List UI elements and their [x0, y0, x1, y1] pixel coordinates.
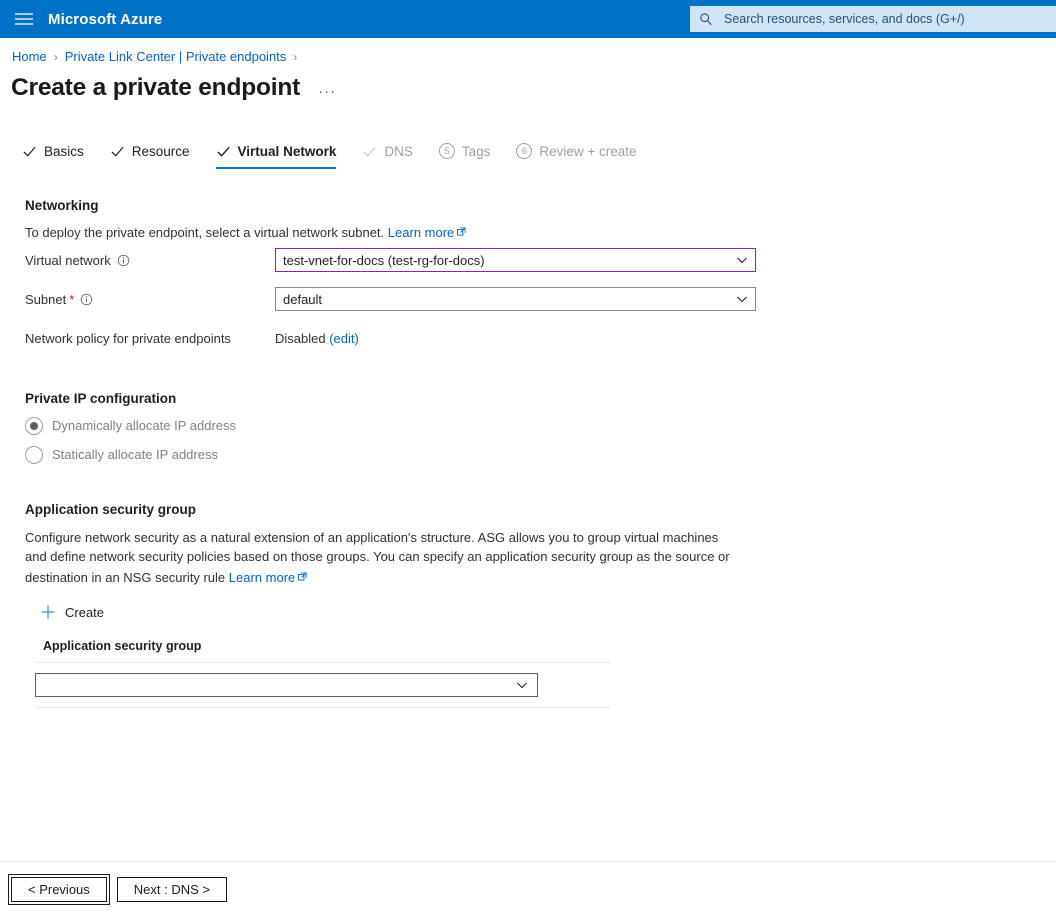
asg-table-header: Application security group [35, 639, 611, 663]
tab-dns[interactable]: DNS [362, 139, 413, 169]
asg-select[interactable] [35, 673, 538, 697]
virtual-network-value: test-vnet-for-docs (test-rg-for-docs) [283, 253, 485, 268]
tab-label: Review + create [539, 144, 636, 159]
check-icon [110, 144, 125, 159]
breadcrumb: Home › Private Link Center | Private end… [0, 38, 1056, 64]
hamburger-bar [15, 13, 33, 15]
check-icon [362, 144, 377, 159]
virtual-network-label-group: Virtual network [25, 253, 275, 268]
networking-description-text: To deploy the private endpoint, select a… [25, 225, 384, 240]
chevron-down-icon [516, 679, 528, 691]
breadcrumb-item-private-link-center[interactable]: Private Link Center | Private endpoints [65, 49, 287, 64]
external-link-icon [457, 222, 466, 231]
wizard-tabs: Basics Resource Virtual Network DNS 5 Ta… [0, 139, 1056, 169]
network-policy-label: Network policy for private endpoints [25, 331, 275, 346]
subnet-value: default [283, 292, 322, 307]
asg-description-text: Configure network security as a natural … [25, 530, 730, 585]
network-policy-edit-link[interactable]: (edit) [329, 331, 359, 346]
subnet-select[interactable]: default [275, 287, 756, 311]
networking-learn-more-link[interactable]: Learn more [388, 225, 454, 240]
global-search[interactable] [690, 6, 1056, 32]
radio-dynamic-ip[interactable]: Dynamically allocate IP address [25, 417, 1056, 435]
search-icon [698, 11, 714, 27]
tab-basics[interactable]: Basics [22, 139, 84, 169]
asg-table-row [35, 663, 611, 708]
tab-label: Tags [462, 144, 491, 159]
subnet-row: Subnet * default [25, 288, 1056, 311]
radio-icon [25, 446, 43, 464]
tab-label: DNS [384, 144, 413, 159]
info-icon[interactable] [80, 293, 93, 306]
chevron-down-icon [736, 293, 748, 305]
radio-label: Statically allocate IP address [52, 447, 218, 462]
hamburger-icon[interactable] [0, 0, 48, 38]
asg-description: Configure network security as a natural … [25, 528, 743, 588]
required-marker: * [69, 292, 74, 307]
network-policy-row: Network policy for private endpoints Dis… [25, 327, 1056, 350]
networking-description: To deploy the private endpoint, select a… [25, 222, 743, 243]
wizard-footer: < Previous Next : DNS > [0, 861, 1056, 917]
chevron-down-icon [736, 254, 748, 266]
chevron-right-icon: › [54, 50, 58, 64]
radio-icon [25, 417, 43, 435]
check-icon [216, 144, 231, 159]
next-button[interactable]: Next : DNS > [117, 877, 227, 902]
create-asg-button[interactable]: Create [40, 604, 104, 620]
page-header: Create a private endpoint ··· [0, 64, 1056, 102]
tab-virtual-network[interactable]: Virtual Network [216, 139, 337, 169]
main-content: Networking To deploy the private endpoin… [0, 198, 1056, 708]
step-number-badge: 6 [516, 143, 532, 159]
radio-label: Dynamically allocate IP address [52, 418, 236, 433]
asg-heading: Application security group [25, 502, 1056, 517]
tab-review-create[interactable]: 6 Review + create [516, 139, 636, 169]
tab-label: Basics [44, 144, 84, 159]
asg-table: Application security group [35, 639, 611, 708]
radio-static-ip[interactable]: Statically allocate IP address [25, 446, 1056, 464]
virtual-network-row: Virtual network test-vnet-for-docs (test… [25, 249, 1056, 272]
asg-learn-more-link[interactable]: Learn more [229, 570, 295, 585]
page-title: Create a private endpoint [11, 74, 300, 102]
virtual-network-select[interactable]: test-vnet-for-docs (test-rg-for-docs) [275, 248, 756, 272]
network-policy-value-group: Disabled (edit) [275, 331, 359, 346]
step-number-badge: 5 [439, 143, 455, 159]
azure-top-bar: Microsoft Azure [0, 0, 1056, 38]
brand-title: Microsoft Azure [48, 11, 162, 28]
virtual-network-label: Virtual network [25, 253, 111, 268]
tab-resource[interactable]: Resource [110, 139, 190, 169]
private-ip-heading: Private IP configuration [25, 391, 1056, 406]
tab-tags[interactable]: 5 Tags [439, 139, 491, 169]
subnet-label: Subnet [25, 292, 66, 307]
external-link-icon [298, 567, 307, 576]
tab-label: Virtual Network [238, 144, 337, 159]
more-options-icon[interactable]: ··· [314, 82, 340, 101]
plus-icon [40, 604, 56, 620]
previous-button[interactable]: < Previous [11, 877, 107, 902]
subnet-label-group: Subnet * [25, 292, 275, 307]
networking-heading: Networking [25, 198, 1056, 213]
create-asg-label: Create [65, 605, 104, 620]
hamburger-bar [15, 23, 33, 25]
check-icon [22, 144, 37, 159]
network-policy-value: Disabled [275, 331, 326, 346]
tab-label: Resource [132, 144, 190, 159]
chevron-right-icon: › [293, 50, 297, 64]
breadcrumb-item-home[interactable]: Home [12, 49, 47, 64]
hamburger-bar [15, 18, 33, 20]
search-input[interactable] [722, 11, 1048, 27]
info-icon[interactable] [117, 254, 130, 267]
